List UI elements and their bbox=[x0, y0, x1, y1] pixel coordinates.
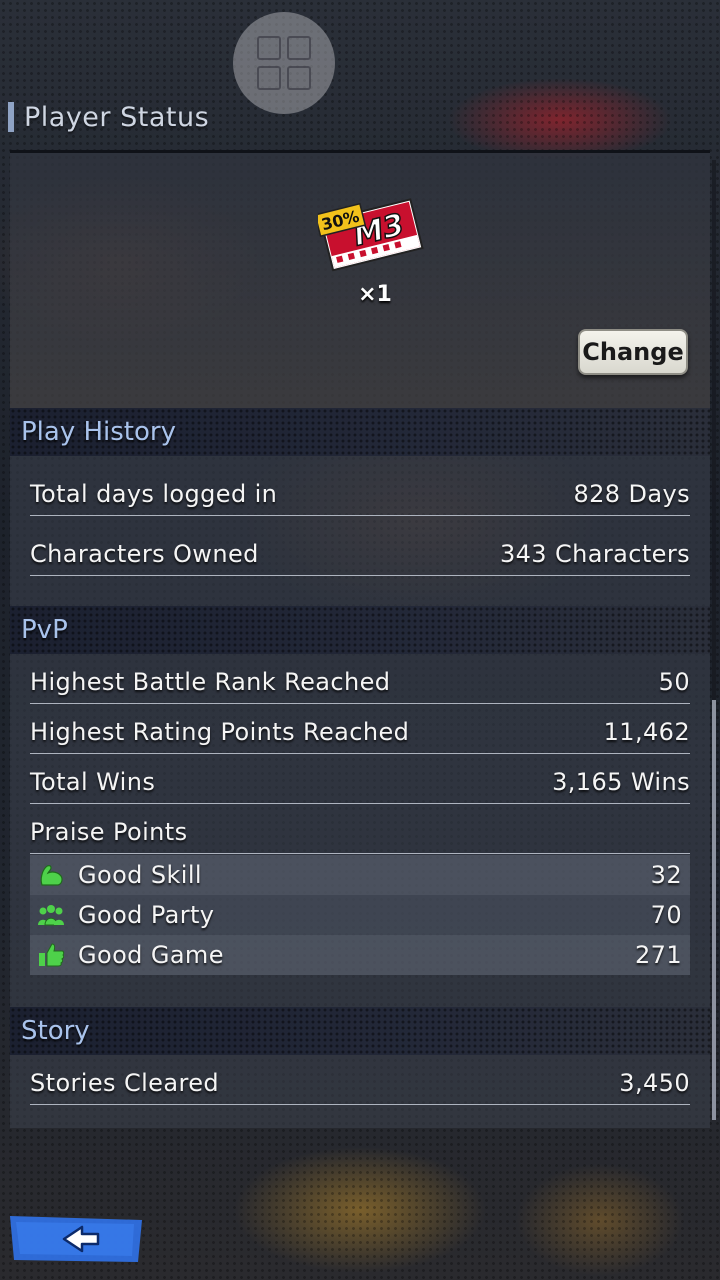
party-icon bbox=[38, 905, 64, 926]
praise-value: 70 bbox=[650, 901, 682, 929]
stat-value: 343 Characters bbox=[499, 539, 690, 568]
stat-label: Total Wins bbox=[30, 767, 156, 796]
praise-row-good-party: Good Party 70 bbox=[30, 895, 690, 935]
stat-value: 828 Days bbox=[573, 479, 690, 508]
stat-row-highest-battle-rank: Highest Battle Rank Reached 50 bbox=[30, 660, 690, 704]
praise-label: Good Skill bbox=[78, 861, 202, 889]
praise-row-good-game: Good Game 271 bbox=[30, 935, 690, 975]
praise-value: 271 bbox=[634, 941, 682, 969]
scrollbar-thumb[interactable] bbox=[712, 700, 716, 1120]
stat-row-stories-cleared: Stories Cleared 3,450 bbox=[30, 1061, 690, 1105]
stat-value: 11,462 bbox=[603, 717, 690, 746]
section-title: Play History bbox=[21, 417, 176, 447]
page-title: Player Status bbox=[24, 101, 210, 133]
stat-label: Highest Battle Rank Reached bbox=[30, 667, 391, 696]
stat-row-total-wins: Total Wins 3,165 Wins bbox=[30, 760, 690, 804]
section-title: Story bbox=[21, 1016, 90, 1046]
stat-label: Characters Owned bbox=[30, 539, 259, 568]
page-header: Player Status bbox=[8, 100, 209, 134]
change-button[interactable]: Change bbox=[578, 329, 688, 375]
muscle-icon bbox=[40, 865, 63, 886]
grid-menu-button[interactable] bbox=[233, 12, 335, 114]
praise-points-heading: Praise Points bbox=[30, 810, 690, 854]
back-button[interactable] bbox=[6, 1212, 146, 1266]
stat-label: Praise Points bbox=[30, 817, 188, 846]
stat-value: 3,450 bbox=[619, 1068, 690, 1097]
stat-label: Stories Cleared bbox=[30, 1068, 219, 1097]
item-count: ×1 bbox=[358, 282, 392, 307]
stat-row-highest-rating-points: Highest Rating Points Reached 11,462 bbox=[30, 710, 690, 754]
praise-label: Good Game bbox=[78, 941, 224, 969]
praise-row-good-skill: Good Skill 32 bbox=[30, 855, 690, 895]
section-header-pvp: PvP bbox=[10, 606, 710, 654]
stat-value: 50 bbox=[658, 667, 690, 696]
praise-value: 32 bbox=[650, 861, 682, 889]
section-title: PvP bbox=[21, 615, 68, 645]
section-header-play-history: Play History bbox=[10, 408, 710, 456]
m3-ticket-icon: M3 30% bbox=[318, 198, 424, 272]
stat-row-characters-owned: Characters Owned 343 Characters bbox=[30, 532, 690, 576]
section-header-story: Story bbox=[10, 1007, 710, 1055]
praise-label: Good Party bbox=[78, 901, 215, 929]
stat-label: Highest Rating Points Reached bbox=[30, 717, 410, 746]
stat-label: Total days logged in bbox=[30, 479, 278, 508]
title-accent-bar bbox=[8, 102, 14, 132]
grid-menu-icon bbox=[257, 36, 311, 90]
stat-value: 3,165 Wins bbox=[552, 767, 690, 796]
stat-row-days-logged: Total days logged in 828 Days bbox=[30, 472, 690, 516]
thumbs-up-icon bbox=[39, 943, 65, 967]
